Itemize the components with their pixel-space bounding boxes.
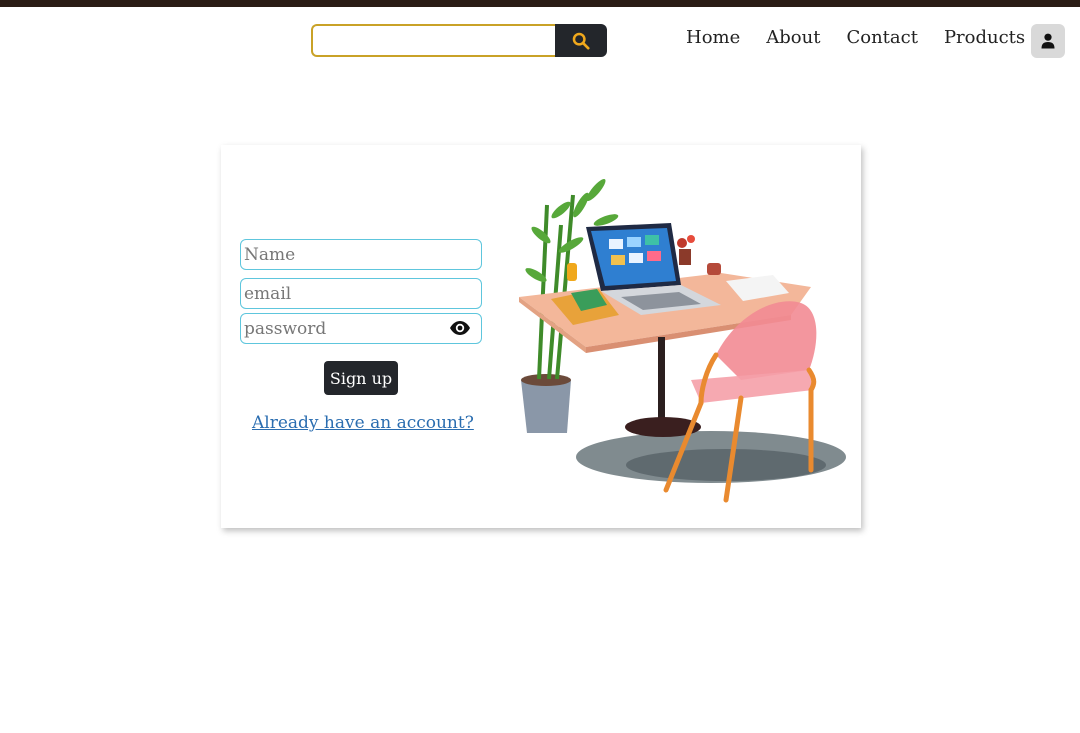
main-nav: Home About Contact Products — [686, 25, 1025, 49]
site-header: Home About Contact Products — [0, 7, 1080, 67]
name-field[interactable] — [240, 239, 482, 270]
nav-home[interactable]: Home — [686, 27, 740, 48]
login-link[interactable]: Already have an account? — [252, 413, 474, 433]
nav-about[interactable]: About — [766, 27, 820, 48]
password-field[interactable] — [240, 313, 482, 344]
nav-products[interactable]: Products — [944, 27, 1025, 48]
password-wrapper — [240, 313, 482, 344]
email-field[interactable] — [240, 278, 482, 309]
eye-icon[interactable] — [449, 319, 471, 337]
search-input[interactable] — [311, 24, 555, 57]
account-button[interactable] — [1031, 24, 1065, 58]
desk-illustration — [519, 178, 846, 503]
nav-contact[interactable]: Contact — [846, 27, 917, 48]
search-bar — [311, 24, 607, 57]
user-icon — [1041, 33, 1055, 49]
top-bar — [0, 0, 1080, 7]
signup-card: Sign up Already have an account? — [221, 145, 861, 528]
search-icon — [572, 32, 590, 50]
search-button[interactable] — [555, 24, 607, 57]
signup-button[interactable]: Sign up — [324, 361, 398, 395]
